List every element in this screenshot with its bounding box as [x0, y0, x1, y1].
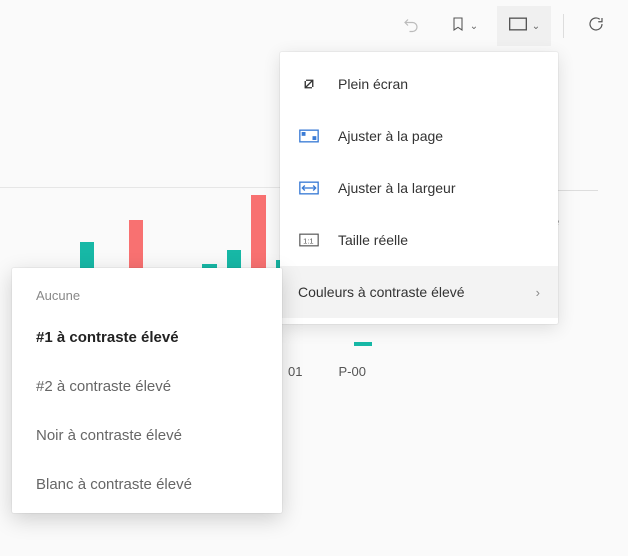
menu-item-fit-page[interactable]: Ajuster à la page [280, 110, 558, 162]
bookmark-icon [450, 14, 466, 39]
menu-item-fit-width[interactable]: Ajuster à la largeur [280, 162, 558, 214]
menu-item-fullscreen[interactable]: Plein écran [280, 58, 558, 110]
toolbar-divider [563, 14, 564, 38]
bookmark-dropdown[interactable]: ⌄ [437, 6, 491, 46]
x-axis-labels: 01 P-00 [288, 364, 366, 379]
refresh-icon [587, 15, 605, 38]
undo-button[interactable] [391, 6, 431, 46]
menu-item-label: Couleurs à contraste élevé [298, 284, 465, 300]
refresh-button[interactable] [576, 6, 616, 46]
submenu-heading: Aucune [12, 276, 282, 313]
option-label: #1 à contraste élevé [36, 329, 179, 346]
view-dropdown[interactable]: ⌄ [497, 6, 551, 46]
divider-line [0, 187, 280, 188]
x-axis-label: 01 [288, 364, 302, 379]
menu-item-label: Plein écran [338, 76, 408, 92]
high-contrast-submenu: Aucune #1 à contraste élevé #2 à contras… [12, 268, 282, 513]
contrast-option-1[interactable]: #1 à contraste élevé [12, 313, 282, 362]
chevron-right-icon: › [536, 285, 540, 300]
svg-text:1:1: 1:1 [303, 236, 313, 245]
contrast-option-2[interactable]: #2 à contraste élevé [12, 362, 282, 411]
option-label: #2 à contraste élevé [36, 378, 171, 395]
actual-size-icon: 1:1 [298, 229, 320, 251]
menu-item-label: Taille réelle [338, 232, 408, 248]
x-axis-label: P-00 [338, 364, 365, 379]
contrast-option-white[interactable]: Blanc à contraste élevé [12, 460, 282, 509]
menu-item-actual-size[interactable]: 1:1 Taille réelle [280, 214, 558, 266]
chevron-down-icon: ⌄ [532, 21, 540, 32]
menu-item-label: Ajuster à la page [338, 128, 443, 144]
top-toolbar: ⌄ ⌄ [391, 0, 628, 52]
fit-to-width-icon [298, 177, 320, 199]
option-label: Noir à contraste élevé [36, 427, 182, 444]
view-menu: Plein écran Ajuster à la page Ajuster à … [280, 52, 558, 324]
menu-item-high-contrast[interactable]: Couleurs à contraste élevé › [280, 266, 558, 318]
menu-item-label: Ajuster à la largeur [338, 180, 456, 196]
undo-icon [402, 15, 420, 38]
chevron-down-icon: ⌄ [470, 21, 478, 32]
legend-swatch-teal [354, 342, 372, 346]
fit-to-page-icon [298, 125, 320, 147]
option-label: Blanc à contraste élevé [36, 476, 192, 493]
contrast-option-black[interactable]: Noir à contraste élevé [12, 411, 282, 460]
fullscreen-icon [298, 73, 320, 95]
view-rectangle-icon [508, 16, 528, 37]
